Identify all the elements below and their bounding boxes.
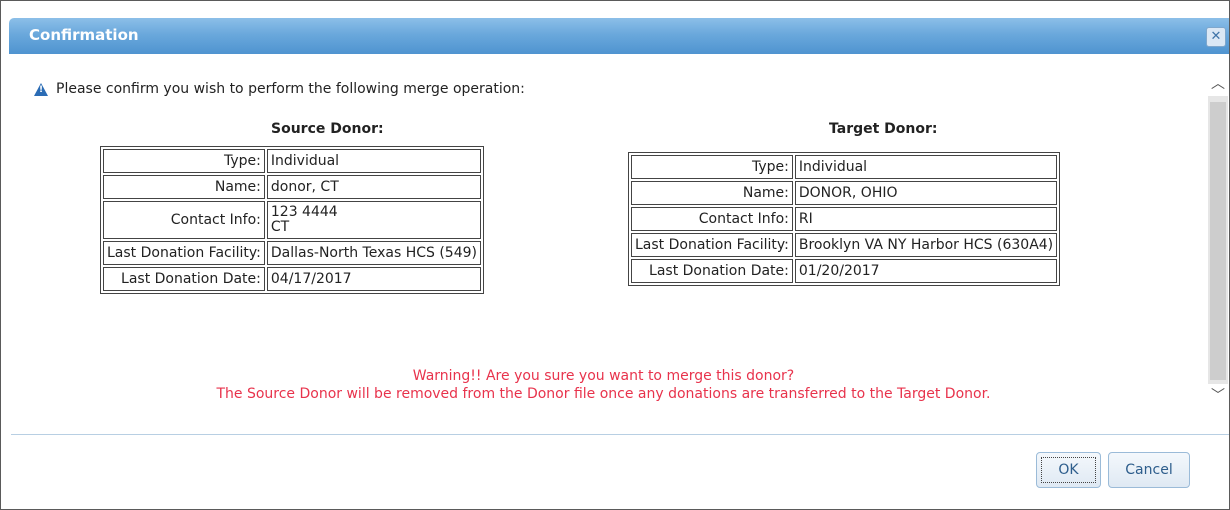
source-donor-table: Type: Individual Name: donor, CT Contact Inf… (100, 146, 484, 294)
field-value: Brooklyn VA NY Harbor HCS (630A4) (794, 233, 1058, 257)
dialog-title: Confirmation (29, 26, 139, 44)
field-value: DONOR, OHIO (794, 181, 1058, 205)
field-label: Last Donation Date: (103, 267, 265, 291)
field-label: Name: (103, 175, 265, 199)
ok-button[interactable]: OK (1036, 452, 1101, 488)
field-value: 123 4444 CT (266, 201, 481, 239)
footer-divider (11, 434, 1229, 435)
field-value: Individual (266, 149, 481, 173)
table-row: Type: Individual (103, 149, 481, 173)
confirm-message: Please confirm you wish to perform the f… (56, 81, 525, 97)
field-label: Type: (631, 155, 793, 179)
dialog-title-bar[interactable]: Confirmation ✕ (9, 18, 1229, 54)
cancel-button[interactable]: Cancel (1108, 452, 1190, 488)
field-value: Individual (794, 155, 1058, 179)
field-label: Type: (103, 149, 265, 173)
warning-triangle-icon: ! (34, 83, 48, 96)
focus-ring (1041, 457, 1096, 483)
field-value: donor, CT (266, 175, 481, 199)
warning-line-2: The Source Donor will be removed from th… (216, 386, 991, 402)
field-label: Contact Info: (631, 207, 793, 231)
field-label: Name: (631, 181, 793, 205)
dialog-content: ! Please confirm you wish to perform the… (1, 55, 1206, 435)
field-value: 01/20/2017 (794, 259, 1058, 283)
vertical-scrollbar[interactable]: ︿ ﹀ (1208, 72, 1228, 408)
table-row: Last Donation Date: 04/17/2017 (103, 267, 481, 291)
source-donor-heading: Source Donor: (271, 121, 384, 137)
table-row: Contact Info: RI (631, 207, 1058, 231)
table-row: Type: Individual (631, 155, 1058, 179)
field-label: Last Donation Facility: (103, 241, 265, 265)
close-icon[interactable]: ✕ (1206, 27, 1226, 47)
table-row: Last Donation Date: 01/20/2017 (631, 259, 1058, 283)
target-donor-heading: Target Donor: (829, 121, 938, 137)
table-row: Name: DONOR, OHIO (631, 181, 1058, 205)
field-label: Contact Info: (103, 201, 265, 239)
warning-line-1: Warning!! Are you sure you want to merge… (412, 368, 795, 384)
target-donor-table: Type: Individual Name: DONOR, OHIO Contact I… (628, 152, 1061, 286)
scrollbar-thumb[interactable] (1210, 102, 1226, 380)
table-row: Last Donation Facility: Brooklyn VA NY Ha… (631, 233, 1058, 257)
confirmation-dialog: Confirmation ✕ ! Please confirm you wish… (0, 0, 1230, 510)
field-value: Dallas-North Texas HCS (549) (266, 241, 481, 265)
cancel-button-label: Cancel (1125, 462, 1173, 478)
field-label: Last Donation Facility: (631, 233, 793, 257)
table-row: Name: donor, CT (103, 175, 481, 199)
table-row: Last Donation Facility: Dallas-North Texa… (103, 241, 481, 265)
table-row: Contact Info: 123 4444 CT (103, 201, 481, 239)
field-value: 04/17/2017 (266, 267, 481, 291)
scroll-down-icon[interactable]: ﹀ (1208, 384, 1228, 408)
scroll-up-icon[interactable]: ︿ (1208, 72, 1228, 96)
field-label: Last Donation Date: (631, 259, 793, 283)
field-value: RI (794, 207, 1058, 231)
